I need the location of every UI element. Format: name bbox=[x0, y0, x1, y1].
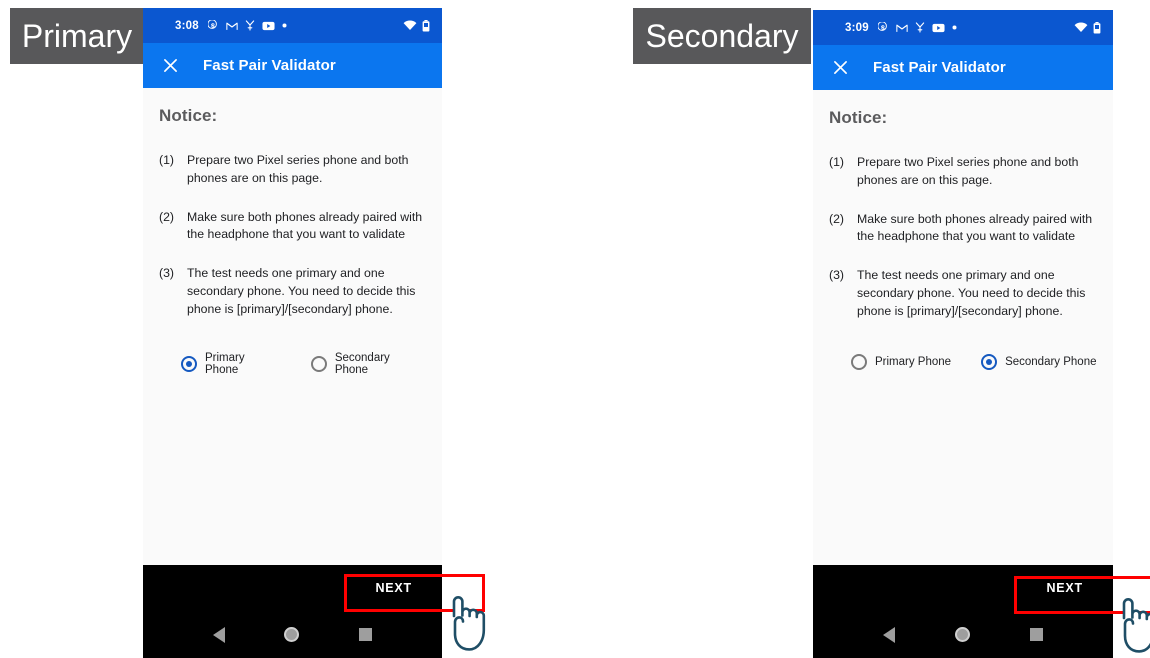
notice-title: Notice: bbox=[829, 108, 888, 127]
battery-icon bbox=[1093, 21, 1101, 34]
radio-button-primary-phone[interactable] bbox=[181, 355, 197, 372]
radio-option-secondary-phone[interactable]: Secondary Phone bbox=[310, 351, 426, 376]
notice-step-text: The test needs one primary and one secon… bbox=[187, 266, 416, 316]
status-time: 3:09 bbox=[845, 21, 869, 34]
phone-role-radio-group: Primary Phone Secondary Phone bbox=[829, 353, 1097, 370]
radio-label-primary-phone: Primary Phone bbox=[205, 351, 245, 376]
pointing-hand-cursor bbox=[443, 594, 489, 652]
system-navigation-bar bbox=[143, 611, 442, 658]
wifi-icon bbox=[1074, 22, 1088, 33]
panel-badge-label: Primary bbox=[21, 18, 133, 54]
notice-steps-list: (1) Prepare two Pixel series phone and b… bbox=[159, 152, 426, 319]
close-icon[interactable] bbox=[159, 55, 181, 77]
home-circle-icon[interactable] bbox=[955, 627, 970, 642]
radio-label-primary-phone: Primary Phone bbox=[875, 355, 952, 368]
notice-step-text: Prepare two Pixel series phone and both … bbox=[187, 153, 409, 185]
radio-option-secondary-phone[interactable]: Secondary Phone bbox=[981, 353, 1097, 370]
notice-step-text: The test needs one primary and one secon… bbox=[857, 268, 1086, 318]
recents-square-icon[interactable] bbox=[359, 628, 373, 641]
panel-badge-label: Secondary bbox=[645, 18, 799, 54]
status-system-icons bbox=[1074, 21, 1101, 34]
gmail-icon bbox=[226, 21, 238, 31]
radio-label-secondary-phone: Secondary Phone bbox=[1005, 355, 1097, 368]
app-bar-title: Fast Pair Validator bbox=[873, 59, 1006, 76]
next-button[interactable]: NEXT bbox=[1046, 581, 1083, 595]
notice-title: Notice: bbox=[159, 106, 218, 125]
notice-step-text: Make sure both phones already paired wit… bbox=[187, 209, 423, 242]
app-bar-title: Fast Pair Validator bbox=[203, 57, 336, 74]
notice-step-number: (3) bbox=[829, 268, 845, 283]
notice-step: (3) The test needs one primary and one s… bbox=[159, 265, 426, 318]
notice-step: (1) Prepare two Pixel series phone and b… bbox=[159, 152, 426, 188]
bottom-action-bar: NEXT bbox=[143, 565, 442, 611]
radio-button-secondary-phone[interactable] bbox=[981, 353, 998, 370]
panel-badge-primary: Primary bbox=[10, 8, 144, 64]
status-notification-icons bbox=[207, 19, 287, 31]
notice-step-number: (2) bbox=[159, 209, 175, 224]
pointing-hand-cursor bbox=[1113, 596, 1150, 654]
radio-option-primary-phone[interactable]: Primary Phone bbox=[851, 353, 952, 370]
dot-icon bbox=[282, 23, 287, 28]
notice-step: (3) The test needs one primary and one s… bbox=[829, 267, 1097, 320]
screenshot-stage: Primary 3:08 Fast Pair Validator Notice:… bbox=[0, 0, 1150, 658]
back-triangle-icon[interactable] bbox=[883, 626, 895, 643]
system-navigation-bar bbox=[813, 611, 1113, 658]
battery-icon bbox=[422, 19, 430, 32]
panel-badge-secondary: Secondary bbox=[633, 8, 811, 64]
phone-primary: 3:08 Fast Pair Validator Notice: (1) Pre… bbox=[143, 8, 442, 658]
notice-step: (2) Make sure both phones already paired… bbox=[829, 211, 1097, 247]
vpn-key-icon bbox=[915, 22, 925, 33]
vpn-key-icon bbox=[245, 20, 255, 31]
app-bar: Fast Pair Validator bbox=[813, 45, 1113, 90]
app-bar: Fast Pair Validator bbox=[143, 43, 442, 88]
phone-secondary: 3:09 Fast Pair Validator Notice: (1) Pre… bbox=[813, 10, 1113, 658]
notice-step-text: Make sure both phones already paired wit… bbox=[857, 211, 1093, 244]
notice-step-number: (3) bbox=[159, 266, 175, 281]
status-time: 3:08 bbox=[175, 19, 199, 32]
recents-square-icon[interactable] bbox=[1030, 628, 1043, 641]
status-notification-icons bbox=[877, 21, 957, 33]
notice-step-number: (1) bbox=[159, 153, 175, 167]
phone-role-radio-group: Primary Phone Secondary Phone bbox=[159, 352, 426, 376]
gmail-icon bbox=[896, 23, 908, 33]
home-circle-icon[interactable] bbox=[284, 627, 300, 642]
youtube-icon bbox=[262, 21, 275, 31]
notice-content: Notice: (1) Prepare two Pixel series pho… bbox=[813, 90, 1113, 565]
radio-option-primary-phone[interactable]: Primary Phone bbox=[181, 352, 281, 376]
notice-step-number: (1) bbox=[829, 155, 845, 169]
status-bar: 3:09 bbox=[813, 10, 1113, 45]
dot-icon bbox=[952, 25, 957, 30]
notice-step-number: (2) bbox=[829, 211, 845, 226]
skype-icon bbox=[207, 19, 219, 31]
youtube-icon bbox=[932, 23, 945, 33]
back-triangle-icon[interactable] bbox=[212, 626, 225, 643]
radio-button-secondary-phone[interactable] bbox=[310, 355, 327, 372]
skype-icon bbox=[877, 21, 889, 33]
wifi-icon bbox=[403, 20, 417, 31]
radio-button-primary-phone[interactable] bbox=[851, 353, 867, 370]
status-system-icons bbox=[403, 19, 430, 32]
notice-step-text: Prepare two Pixel series phone and both … bbox=[857, 155, 1079, 187]
close-icon[interactable] bbox=[829, 57, 851, 79]
bottom-action-bar: NEXT bbox=[813, 565, 1113, 611]
radio-label-secondary-phone: Secondary Phone bbox=[334, 351, 390, 376]
notice-steps-list: (1) Prepare two Pixel series phone and b… bbox=[829, 154, 1097, 321]
notice-step: (1) Prepare two Pixel series phone and b… bbox=[829, 154, 1097, 190]
notice-content: Notice: (1) Prepare two Pixel series pho… bbox=[143, 88, 442, 565]
notice-step: (2) Make sure both phones already paired… bbox=[159, 209, 426, 245]
status-bar: 3:08 bbox=[143, 8, 442, 43]
next-button[interactable]: NEXT bbox=[375, 581, 412, 595]
